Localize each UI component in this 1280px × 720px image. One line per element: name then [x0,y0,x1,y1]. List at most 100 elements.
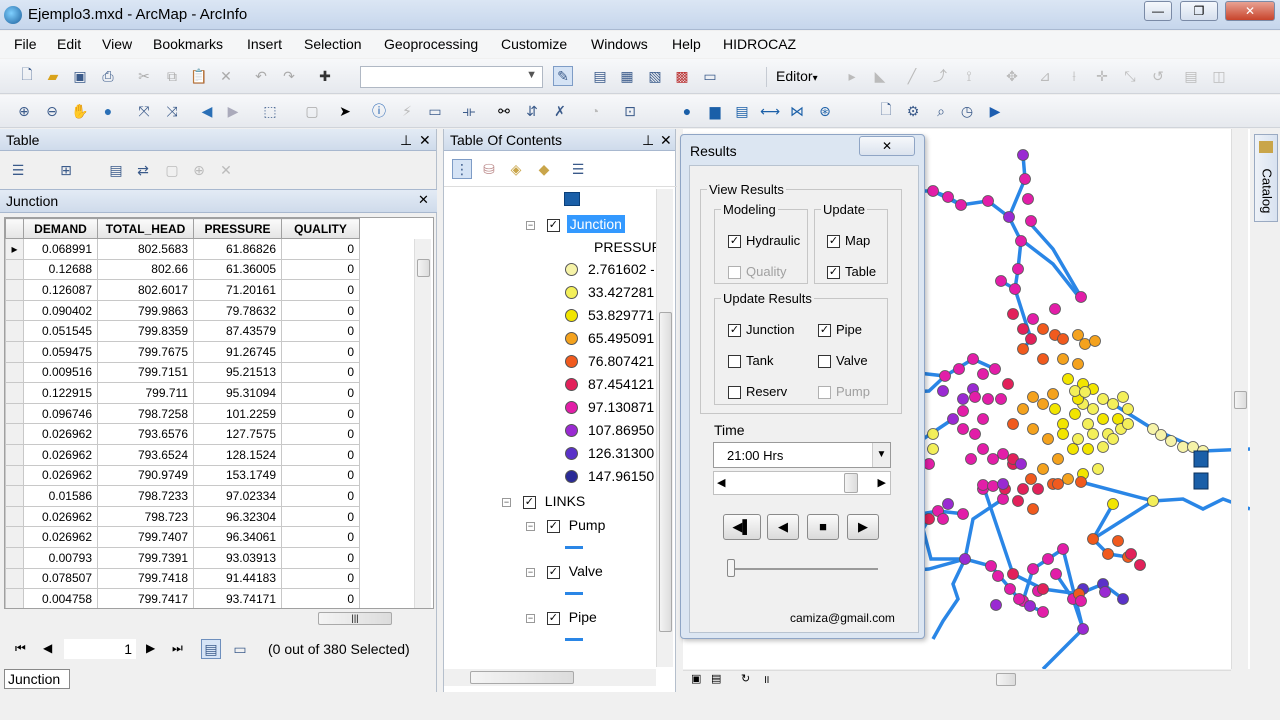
table-cell[interactable]: 799.7417 [97,588,194,608]
table-row[interactable]: 0.026962 793.6524 128.1524 0 [5,443,360,466]
junction-node[interactable] [1037,323,1049,335]
junction-node[interactable] [1077,623,1089,635]
junction-node[interactable] [1049,403,1061,415]
speed-slider-track[interactable] [728,568,878,570]
row-selector[interactable] [5,320,24,342]
junction-node[interactable] [1007,308,1019,320]
junction-node[interactable] [990,599,1002,611]
table-cell[interactable]: 0 [281,526,360,548]
menu-hidrocaz[interactable]: HIDROCAZ [723,36,796,52]
menu-bookmarks[interactable]: Bookmarks [153,36,223,52]
table-cell[interactable]: 97.02334 [193,485,282,507]
junction-node[interactable] [977,443,989,455]
results-close-button[interactable]: ✕ [859,136,915,156]
list-by-visibility-icon[interactable]: ◈ [506,159,526,179]
junction-node[interactable] [1112,413,1124,425]
row-selector[interactable] [5,526,24,548]
junction-node[interactable] [1015,235,1027,247]
junction-node[interactable] [1075,595,1087,607]
menu-insert[interactable]: Insert [247,36,282,52]
create-viewer-icon[interactable]: ⊡ [620,101,640,121]
junction-node[interactable] [1025,215,1037,227]
table-bottom-tab[interactable]: Junction [4,669,70,689]
menu-selection[interactable]: Selection [304,36,362,52]
junction-node[interactable] [1017,343,1029,355]
row-selector[interactable] [5,258,24,281]
time-slider-icon[interactable]: ◔ [585,101,605,121]
junction-layer-label[interactable]: Junction [566,215,625,233]
links-visibility-checkbox[interactable]: ✓ [522,495,536,509]
select-features-icon[interactable]: ⬚ [260,101,280,121]
scale-dropdown[interactable]: ▼ [360,66,543,88]
junction-node[interactable] [1022,193,1034,205]
junction-node[interactable] [969,391,981,403]
junction-node[interactable] [1067,443,1079,455]
junction-node[interactable] [1089,335,1101,347]
table-cell[interactable]: 0.026962 [23,423,98,445]
search-icon[interactable]: ⌕ [931,101,951,121]
table-cell[interactable]: 0.009516 [23,361,98,384]
junction-node[interactable] [1017,323,1029,335]
collapse-icon[interactable]: − [526,567,535,577]
new-document-icon[interactable]: 🗋 [17,66,37,86]
junction-node[interactable] [1037,463,1049,475]
table-cell[interactable]: 0.026962 [23,526,98,548]
map-scroll-thumb[interactable] [1234,391,1247,409]
junction-node[interactable] [1075,476,1087,488]
row-selector[interactable] [5,485,24,507]
play-button[interactable]: ▶ [847,514,879,540]
table-cell[interactable]: 91.26745 [193,340,282,363]
junction-checkbox[interactable]: ✓ Junction [728,322,794,338]
reshape-icon[interactable]: ⊿ [1035,66,1055,86]
table-cell[interactable]: 0.078507 [23,567,98,590]
junction-node[interactable] [1017,403,1029,415]
toc-close-icon[interactable]: ✕ [660,129,672,151]
grid-vertical-scrollbar[interactable] [414,239,431,608]
table-cell[interactable]: 0.01586 [23,485,98,507]
junction-node[interactable] [1032,483,1044,495]
print-icon[interactable]: ⎙ [98,66,118,86]
table-row[interactable]: 0.078507 799.7418 91.44183 0 [5,567,360,590]
junction-node[interactable] [1072,329,1084,341]
junction-node[interactable] [1117,593,1129,605]
table-cell[interactable]: 93.74171 [193,588,282,608]
table-cell[interactable]: 0.12688 [23,258,98,281]
junction-node[interactable] [942,191,954,203]
find-icon[interactable]: ⚯ [494,101,514,121]
table-cell[interactable]: 0 [281,505,360,528]
junction-node[interactable] [995,275,1007,287]
junction-node[interactable] [937,513,949,525]
junction-node[interactable] [1072,358,1084,370]
open-folder-icon[interactable]: ▰ [43,66,63,86]
row-selector[interactable] [5,443,24,466]
table-cell[interactable]: 61.86826 [193,238,282,260]
table-cell[interactable]: 95.31094 [193,382,282,404]
table-cell[interactable]: 799.7675 [97,340,194,363]
junction-node[interactable] [1027,563,1039,575]
junction-node[interactable] [1079,338,1091,350]
column-header-quality[interactable]: QUALITY [281,218,360,239]
grid-scroll-thumb[interactable] [417,259,430,277]
row-selector[interactable] [5,464,24,487]
junction-node[interactable] [942,498,954,510]
junction-node[interactable] [1017,483,1029,495]
table-cell[interactable]: 799.9863 [97,299,194,322]
junction-node[interactable] [955,199,967,211]
delete-icon[interactable]: ✕ [216,66,236,86]
table-cell[interactable]: 790.9749 [97,464,194,487]
map-horizontal-scrollbar[interactable]: ▣ ▤ ↻ ॥ [683,670,1231,687]
junction-node[interactable] [989,363,1001,375]
junction-node[interactable] [1082,418,1094,430]
toc-options-icon[interactable]: ☰ [568,159,588,179]
junction-node[interactable] [1007,568,1019,580]
table-cell[interactable]: 71.20161 [193,279,282,301]
table-row[interactable]: 0.026962 798.723 96.32304 0 [5,505,360,528]
table-cell[interactable]: 802.66 [97,258,194,281]
table-row[interactable]: 0.096746 798.7258 101.2259 0 [5,402,360,425]
junction-node[interactable] [1025,333,1037,345]
layout-view-icon[interactable]: ▤ [711,672,721,685]
junction-node[interactable] [995,393,1007,405]
pin-icon[interactable]: ⊥ [400,129,412,151]
table-cell[interactable]: 0.004758 [23,588,98,608]
table-cell[interactable]: 0 [281,588,360,608]
